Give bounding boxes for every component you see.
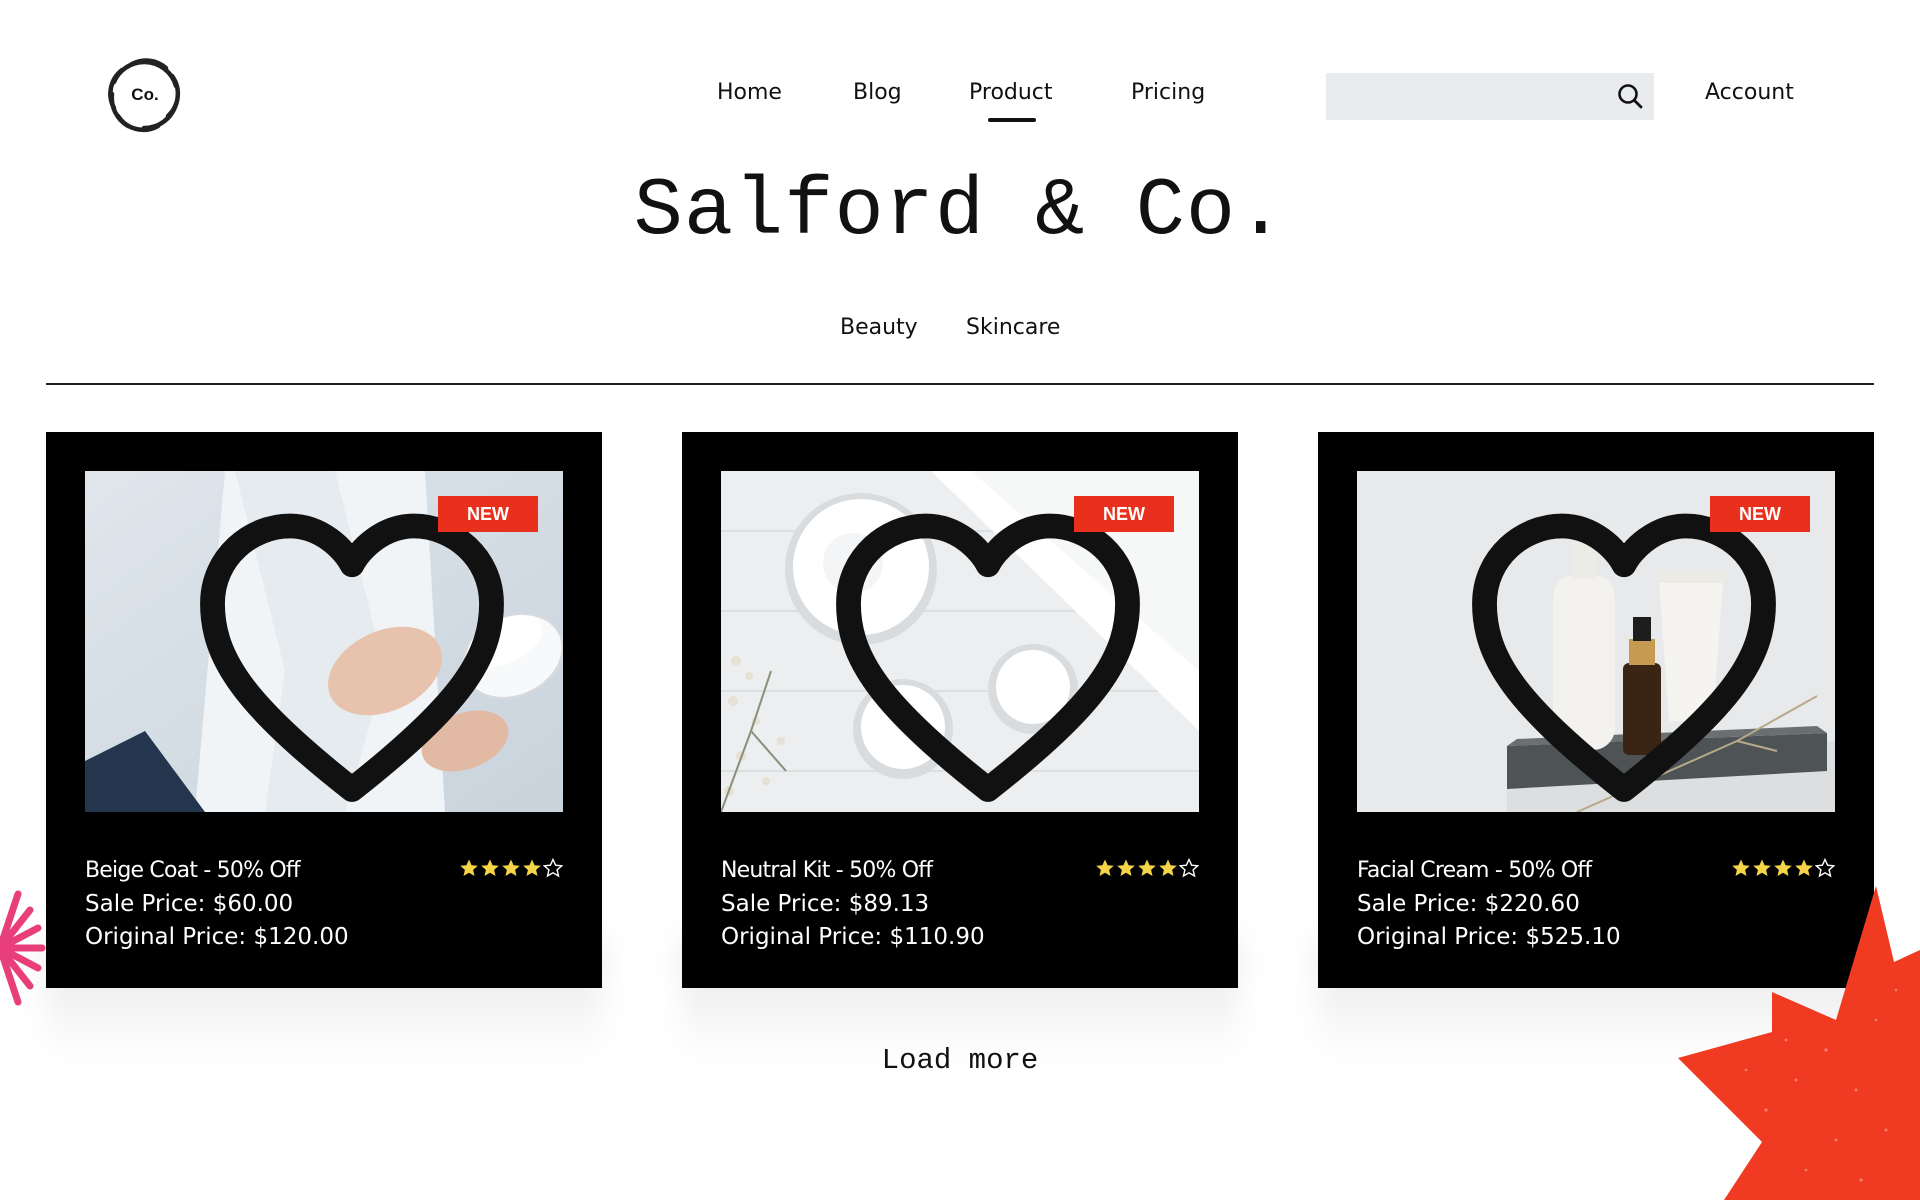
- nav-home[interactable]: Home: [717, 80, 782, 105]
- original-price: Original Price: $120.00: [85, 924, 349, 950]
- star-filled-icon: [1774, 859, 1792, 876]
- product-card[interactable]: NEW Beige Coat - 50% Off Sale Price: $60…: [46, 432, 602, 988]
- new-badge: NEW: [1710, 496, 1810, 532]
- new-badge: NEW: [1074, 496, 1174, 532]
- star-outline-icon: [543, 858, 563, 878]
- star-rating: [459, 858, 563, 878]
- nav-product[interactable]: Product: [969, 80, 1053, 105]
- star-filled-icon: [502, 859, 520, 876]
- load-more-button[interactable]: Load more: [0, 1044, 1920, 1077]
- category-beauty[interactable]: Beauty: [840, 315, 918, 340]
- nav-blog[interactable]: Blog: [853, 80, 902, 105]
- section-divider: [46, 383, 1874, 385]
- product-image[interactable]: NEW: [721, 471, 1199, 812]
- star-outline-icon: [1179, 858, 1199, 878]
- account-link[interactable]: Account: [1705, 80, 1794, 105]
- sale-price: Sale Price: $89.13: [721, 891, 930, 917]
- star-rating: [1731, 858, 1835, 878]
- active-nav-indicator: [988, 118, 1036, 122]
- pink-burst-decoration: [0, 890, 46, 1006]
- star-filled-icon: [460, 859, 478, 876]
- star-outline-icon: [1815, 858, 1835, 878]
- star-filled-icon: [1732, 859, 1750, 876]
- product-info: Beige Coat - 50% Off Sale Price: $60.00 …: [85, 854, 563, 954]
- new-badge: NEW: [438, 496, 538, 532]
- search-icon[interactable]: [1616, 82, 1644, 110]
- star-filled-icon: [1117, 859, 1135, 876]
- nav-pricing[interactable]: Pricing: [1131, 80, 1205, 105]
- star-filled-icon: [481, 859, 499, 876]
- brand-title: Salford & Co.: [633, 165, 1287, 258]
- heart-outline-icon[interactable]: [1385, 495, 1835, 812]
- product-image[interactable]: NEW: [1357, 471, 1835, 812]
- product-card[interactable]: NEW Neutral Kit - 50% Off Sale Price: $8…: [682, 432, 1238, 988]
- search-input[interactable]: [1326, 73, 1654, 120]
- sale-price: Sale Price: $60.00: [85, 891, 294, 917]
- product-image[interactable]: NEW: [85, 471, 563, 812]
- product-info: Neutral Kit - 50% Off Sale Price: $89.13…: [721, 854, 1199, 954]
- star-rating: [1095, 858, 1199, 878]
- star-filled-icon: [1138, 859, 1156, 876]
- star-filled-icon: [1753, 859, 1771, 876]
- star-filled-icon: [1795, 859, 1813, 876]
- heart-outline-icon[interactable]: [749, 495, 1199, 812]
- star-filled-icon: [1096, 859, 1114, 876]
- heart-outline-icon[interactable]: [113, 495, 563, 812]
- star-filled-icon: [1159, 859, 1177, 876]
- original-price: Original Price: $110.90: [721, 924, 985, 950]
- star-filled-icon: [523, 859, 541, 876]
- red-star-decoration: [1678, 886, 1920, 1200]
- category-skincare[interactable]: Skincare: [966, 315, 1060, 340]
